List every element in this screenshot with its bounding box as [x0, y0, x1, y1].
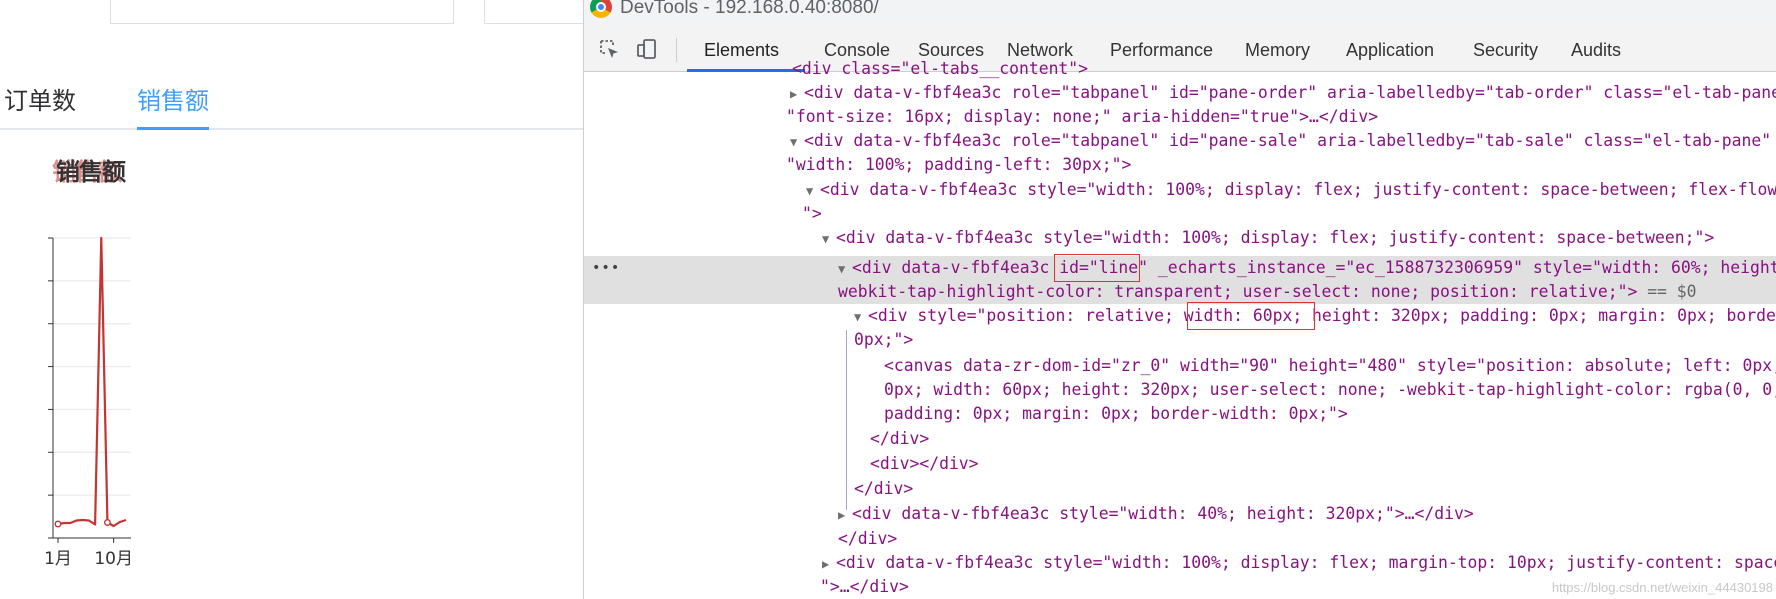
tree-guide-line: [846, 330, 847, 510]
sales-line-chart: 1月 10月: [44, 236, 133, 569]
dom-line[interactable]: ▼ <div style="position: relative; width: …: [854, 304, 1776, 328]
dom-line[interactable]: </div>: [854, 477, 913, 501]
date-input-left[interactable]: [110, 0, 454, 24]
dom-line[interactable]: ▶ <div data-v-fbf4ea3c style="width: 40%;…: [838, 502, 1474, 526]
tab-memory[interactable]: Memory: [1245, 40, 1310, 61]
expanded-arrow-icon[interactable]: ▼: [854, 305, 868, 329]
dom-line[interactable]: <div class="el-tabs__content">: [792, 57, 1088, 81]
devtools-titlebar: DevTools - 192.168.0.40:8080/: [584, 0, 1776, 26]
device-toolbar-icon[interactable]: [636, 38, 658, 60]
tab-performance[interactable]: Performance: [1110, 40, 1213, 61]
dom-line[interactable]: ▶ <div data-v-fbf4ea3c role="tabpanel" id…: [790, 81, 1776, 105]
dom-line[interactable]: 0px; width: 60px; height: 320px; user-se…: [884, 378, 1776, 402]
chart-title-text: 销售额: [56, 158, 126, 186]
dom-line[interactable]: </div>: [838, 527, 897, 551]
expanded-arrow-icon[interactable]: ▼: [790, 130, 804, 154]
dom-line[interactable]: ▼ <div data-v-fbf4ea3c style="width: 100%…: [822, 226, 1714, 250]
x-tick-label: 10月: [94, 549, 133, 569]
dom-line[interactable]: ▶ <div data-v-fbf4ea3c style="width: 100%…: [822, 551, 1776, 575]
dom-line-selected[interactable]: webkit-tap-highlight-color: transparent;…: [838, 280, 1697, 304]
devtools-window: DevTools - 192.168.0.40:8080/ Elements C…: [583, 0, 1776, 599]
chart-title: 销售额 销售额: [52, 152, 126, 187]
dom-line[interactable]: "width: 100%; padding-left: 30px;">: [786, 153, 1131, 177]
devtools-title: DevTools - 192.168.0.40:8080/: [620, 0, 879, 18]
elements-dom-tree: ••• <div class="el-tabs__content"> ▶ <div…: [584, 59, 1776, 599]
dom-line[interactable]: 0px;">: [854, 328, 913, 352]
data-point: [104, 519, 111, 526]
watermark: https://blog.csdn.net/weixin_44430198: [1551, 580, 1773, 595]
dom-line[interactable]: ▼ <div data-v-fbf4ea3c style="width: 100%…: [806, 178, 1776, 202]
date-input-right[interactable]: [484, 0, 583, 24]
dom-line[interactable]: ">: [802, 202, 822, 226]
tab-security[interactable]: Security: [1473, 40, 1538, 61]
devtools-toolbar: Elements Console Sources Network Perform…: [584, 26, 1776, 72]
tab-order[interactable]: 订单数: [4, 84, 76, 118]
inspect-element-icon[interactable]: [598, 38, 620, 60]
collapsed-arrow-icon[interactable]: ▶: [790, 82, 804, 106]
dom-line[interactable]: <div></div>: [870, 452, 979, 476]
dom-line[interactable]: ▼ <div data-v-fbf4ea3c role="tabpanel" id…: [790, 129, 1776, 153]
dom-line[interactable]: "font-size: 16px; display: none;" aria-h…: [786, 105, 1378, 129]
toolbar-separator: [676, 38, 677, 62]
chrome-logo-icon: [590, 0, 612, 18]
highlight-box-width: [1187, 302, 1315, 330]
dom-line-selected[interactable]: ▼ <div data-v-fbf4ea3c id="line" _echarts…: [838, 256, 1776, 280]
highlight-box-id: [1054, 254, 1140, 282]
x-tick-label: 1月: [44, 549, 72, 569]
dom-line[interactable]: </div>: [870, 427, 929, 451]
data-point: [54, 520, 62, 528]
collapsed-arrow-icon[interactable]: ▶: [838, 503, 852, 527]
collapsed-arrow-icon[interactable]: ▶: [822, 552, 836, 576]
dom-line[interactable]: padding: 0px; margin: 0px; border-width:…: [884, 402, 1348, 426]
dom-line[interactable]: ">…</div>: [820, 575, 909, 599]
tab-bar: 订单数 销售额: [0, 76, 583, 130]
expanded-arrow-icon[interactable]: ▼: [822, 227, 836, 251]
dom-line[interactable]: <canvas data-zr-dom-id="zr_0" width="90"…: [884, 354, 1776, 378]
active-tab-indicator: [137, 127, 209, 130]
inspected-page: 订单数 销售额 销售额 销售额 1月 10月: [0, 0, 583, 599]
tab-application[interactable]: Application: [1346, 40, 1434, 61]
node-actions-ellipsis[interactable]: •••: [592, 260, 620, 276]
tab-sale[interactable]: 销售额: [137, 84, 209, 118]
selected-marker: == $0: [1647, 282, 1697, 301]
tab-elements[interactable]: Elements: [704, 40, 779, 61]
expanded-arrow-icon[interactable]: ▼: [806, 179, 820, 203]
tab-audits[interactable]: Audits: [1571, 40, 1621, 61]
expanded-arrow-icon[interactable]: ▼: [838, 257, 852, 281]
